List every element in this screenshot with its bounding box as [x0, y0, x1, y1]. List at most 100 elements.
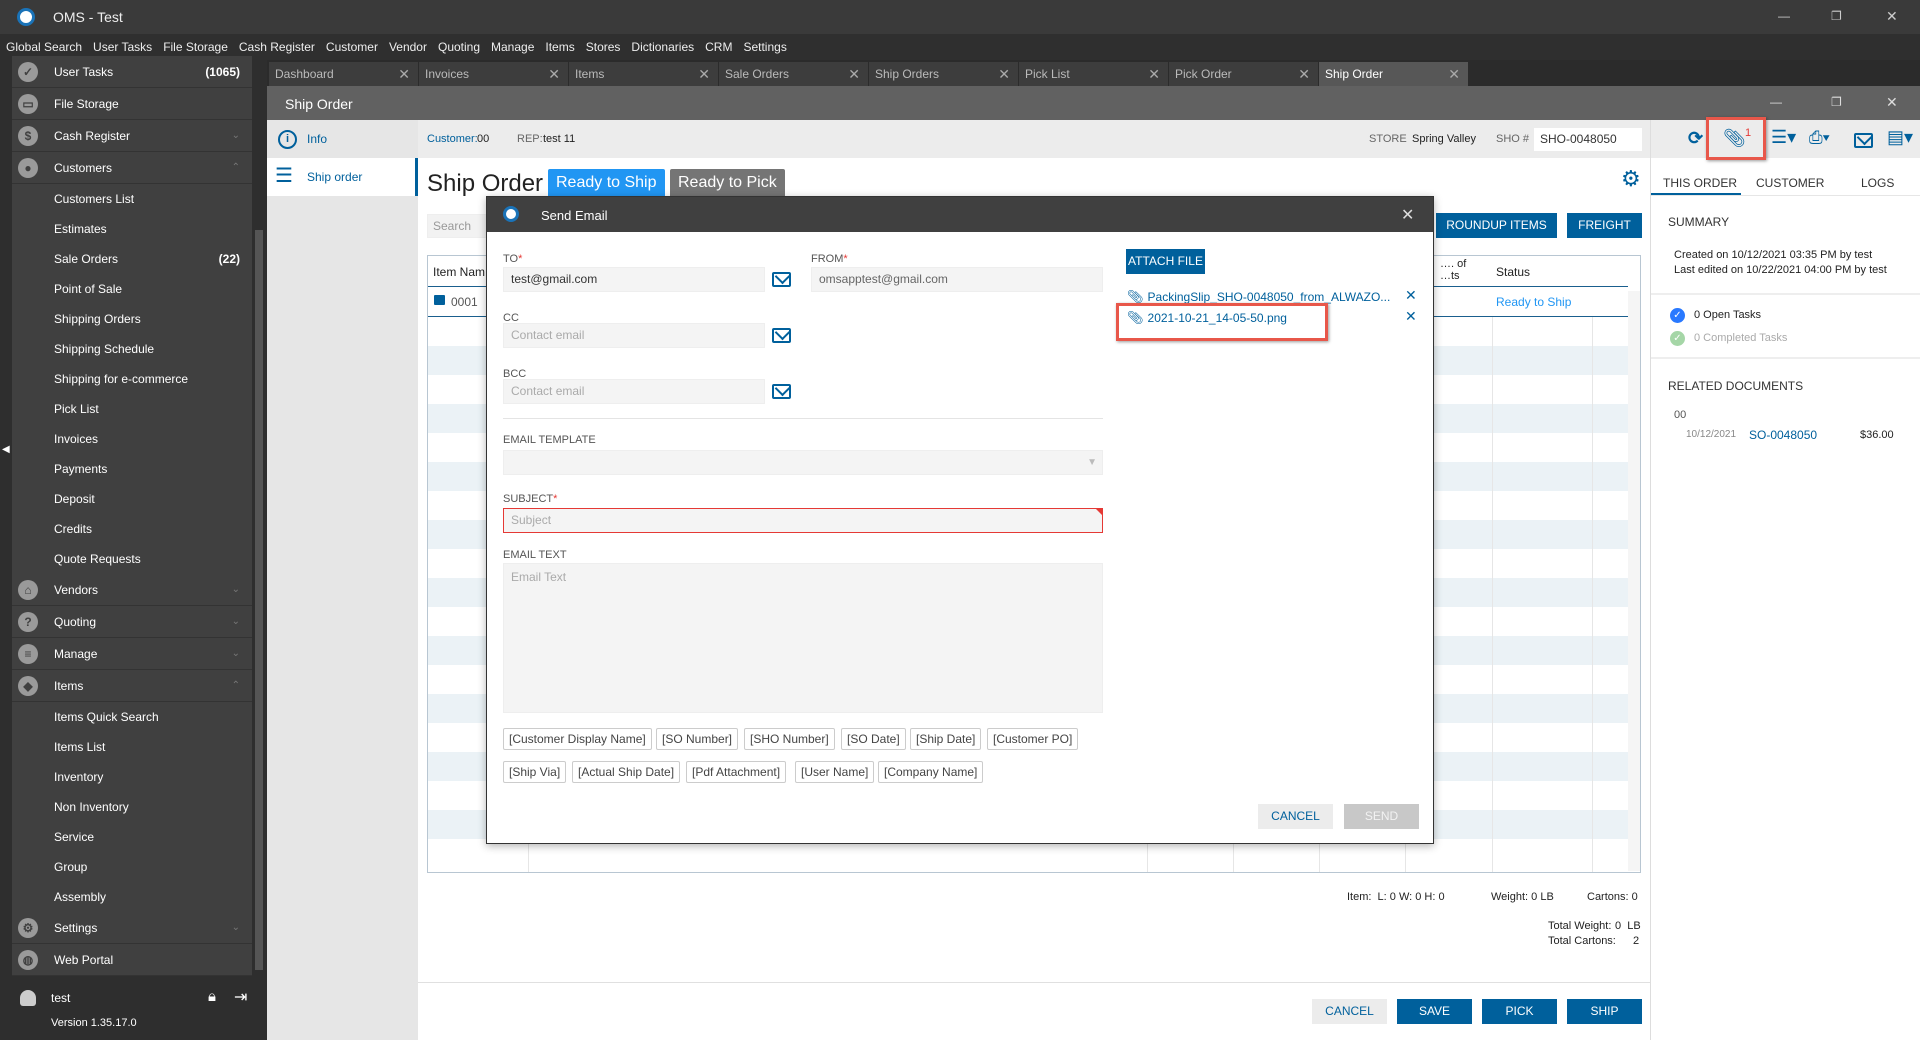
menu-stores[interactable]: Stores — [586, 40, 621, 54]
remove-attachment-icon[interactable]: ✕ — [1405, 308, 1417, 325]
sidebar-item-items-quick-search[interactable]: Items Quick Search — [12, 702, 252, 732]
tab-pick-order[interactable]: Pick Order ✕ — [1169, 62, 1318, 86]
sidebar-item-group[interactable]: Group — [12, 852, 252, 882]
document-icon[interactable]: ▤▾ — [1887, 127, 1913, 148]
tab-pick-list[interactable]: Pick List ✕ — [1019, 62, 1168, 86]
collapse-sidebar-icon[interactable]: ◀ — [2, 444, 10, 455]
status-badge-ready-to-pick[interactable]: Ready to Pick — [670, 169, 785, 196]
sidebar-item-estimates[interactable]: Estimates — [12, 214, 252, 244]
sidebar-item-pick-list[interactable]: Pick List — [12, 394, 252, 424]
menu-cash-register[interactable]: Cash Register — [239, 40, 315, 54]
menu-dictionaries[interactable]: Dictionaries — [631, 40, 694, 54]
sidebar-item-service[interactable]: Service — [12, 822, 252, 852]
settings-gear-icon[interactable]: ⚙ — [1621, 166, 1641, 192]
open-tasks[interactable]: 0 Open Tasks — [1694, 309, 1761, 321]
roundup-items-button[interactable]: ROUNDUP ITEMS — [1436, 213, 1557, 238]
ship-button[interactable]: SHIP — [1567, 999, 1642, 1024]
window-restore-button[interactable]: ❐ — [1831, 95, 1842, 109]
tab-ship-order[interactable]: Ship Order ✕ — [1319, 62, 1468, 86]
sidebar-item-shipping-orders[interactable]: Shipping Orders — [12, 304, 252, 334]
nav-info[interactable]: i Info — [267, 120, 418, 158]
sidebar-item-web-portal[interactable]: ◍ Web Portal — [12, 944, 252, 976]
pick-button[interactable]: PICK — [1482, 999, 1557, 1024]
menu-crm[interactable]: CRM — [705, 40, 732, 54]
sho-number-field[interactable]: SHO-0048050 — [1534, 128, 1642, 151]
menu-user-tasks[interactable]: User Tasks — [93, 40, 152, 54]
send-button[interactable]: SEND — [1344, 804, 1419, 829]
cc-field[interactable]: Contact email — [503, 323, 765, 348]
save-button[interactable]: SAVE — [1397, 999, 1472, 1024]
search-input[interactable]: Search — [427, 214, 489, 238]
sidebar-item-credits[interactable]: Credits — [12, 514, 252, 544]
close-tab-icon[interactable]: ✕ — [548, 62, 560, 86]
close-tab-icon[interactable]: ✕ — [398, 62, 410, 86]
window-close-button[interactable]: ✕ — [1886, 94, 1898, 111]
sidebar-item-inventory[interactable]: Inventory — [12, 762, 252, 792]
token-actual-ship-date[interactable]: [Actual Ship Date] — [572, 761, 681, 783]
sidebar-item-shipping-schedule[interactable]: Shipping Schedule — [12, 334, 252, 364]
subject-input[interactable]: Subject — [503, 508, 1103, 533]
from-field[interactable]: omsapptest@gmail.com — [811, 267, 1103, 292]
bcc-contacts-icon[interactable] — [772, 384, 791, 399]
close-tab-icon[interactable]: ✕ — [848, 62, 860, 86]
tab-this-order[interactable]: THIS ORDER — [1663, 176, 1737, 190]
to-contacts-icon[interactable] — [772, 272, 791, 287]
attach-file-button[interactable]: ATTACH FILE — [1126, 249, 1205, 274]
print-icon[interactable]: ⎙▾ — [1809, 128, 1830, 148]
token-sho-number[interactable]: [SHO Number] — [744, 728, 835, 750]
minimize-button[interactable]: — — [1778, 9, 1790, 23]
sidebar-item-items-list[interactable]: Items List — [12, 732, 252, 762]
tab-invoices[interactable]: Invoices ✕ — [419, 62, 568, 86]
cancel-button[interactable]: CANCEL — [1312, 999, 1387, 1024]
tab-dashboard[interactable]: Dashboard ✕ — [269, 62, 418, 86]
sidebar-item-customers[interactable]: ● Customers ⌃ — [12, 152, 252, 184]
close-button[interactable]: ✕ — [1886, 8, 1898, 25]
sidebar-item-manage[interactable]: ≡ Manage ⌄ — [12, 638, 252, 670]
menu-manage[interactable]: Manage — [491, 40, 534, 54]
token-so-date[interactable]: [SO Date] — [841, 728, 906, 750]
close-tab-icon[interactable]: ✕ — [1298, 62, 1310, 86]
menu-items[interactable]: Items — [545, 40, 574, 54]
window-minimize-button[interactable]: — — [1770, 95, 1782, 109]
sidebar-item-quote-requests[interactable]: Quote Requests — [12, 544, 252, 574]
menu-file-storage[interactable]: File Storage — [163, 40, 228, 54]
tab-sale-orders[interactable]: Sale Orders ✕ — [719, 62, 868, 86]
sidebar-item-items[interactable]: ◆ Items ⌃ — [12, 670, 252, 702]
completed-tasks[interactable]: 0 Completed Tasks — [1694, 332, 1787, 344]
sidebar-item-user-tasks[interactable]: ✓ User Tasks (1065) — [12, 56, 252, 88]
nav-ship-order[interactable]: ☰ Ship order — [267, 158, 418, 196]
lock-icon[interactable]: 🔒︎ — [208, 988, 216, 1005]
close-tab-icon[interactable]: ✕ — [698, 62, 710, 86]
tab-logs[interactable]: LOGS — [1861, 176, 1894, 190]
token-company-name[interactable]: [Company Name] — [878, 761, 984, 783]
bcc-field[interactable]: Contact email — [503, 379, 765, 404]
tab-items[interactable]: Items ✕ — [569, 62, 718, 86]
sidebar-scrollbar[interactable] — [255, 230, 263, 970]
close-tab-icon[interactable]: ✕ — [1148, 62, 1160, 86]
menu-global-search[interactable]: Global Search — [6, 40, 82, 54]
token-customer-display-name[interactable]: [Customer Display Name] — [503, 728, 652, 750]
dialog-cancel-button[interactable]: CANCEL — [1258, 804, 1333, 829]
menu-quoting[interactable]: Quoting — [438, 40, 480, 54]
token-ship-date[interactable]: [Ship Date] — [910, 728, 982, 750]
cc-contacts-icon[interactable] — [772, 328, 791, 343]
sidebar-item-settings[interactable]: ⚙ Settings ⌄ — [12, 912, 252, 944]
sidebar-item-invoices[interactable]: Invoices — [12, 424, 252, 454]
email-text-area[interactable]: Email Text — [503, 563, 1103, 713]
sidebar-item-vendors[interactable]: ⌂ Vendors ⌄ — [12, 574, 252, 606]
menu-settings[interactable]: Settings — [743, 40, 786, 54]
token-ship-via[interactable]: [Ship Via] — [503, 761, 567, 783]
tab-customer[interactable]: CUSTOMER — [1756, 176, 1824, 190]
sidebar-item-quoting[interactable]: ? Quoting ⌄ — [12, 606, 252, 638]
dialog-close-icon[interactable]: ✕ — [1401, 205, 1414, 225]
sidebar-item-assembly[interactable]: Assembly — [12, 882, 252, 912]
related-doc-link[interactable]: SO-0048050 — [1749, 428, 1817, 442]
token-user-name[interactable]: [User Name] — [795, 761, 875, 783]
refresh-icon[interactable]: ⟳ — [1688, 128, 1703, 149]
sidebar-item-sale-orders[interactable]: Sale Orders (22) — [12, 244, 252, 274]
column-header-units[interactable]: …. of …ts — [1440, 258, 1466, 282]
logout-icon[interactable]: ⇥ — [234, 987, 247, 1007]
sidebar-item-shipping-for-e-commerce[interactable]: Shipping for e-commerce — [12, 364, 252, 394]
freight-button[interactable]: FREIGHT — [1567, 213, 1642, 238]
sidebar-item-payments[interactable]: Payments — [12, 454, 252, 484]
